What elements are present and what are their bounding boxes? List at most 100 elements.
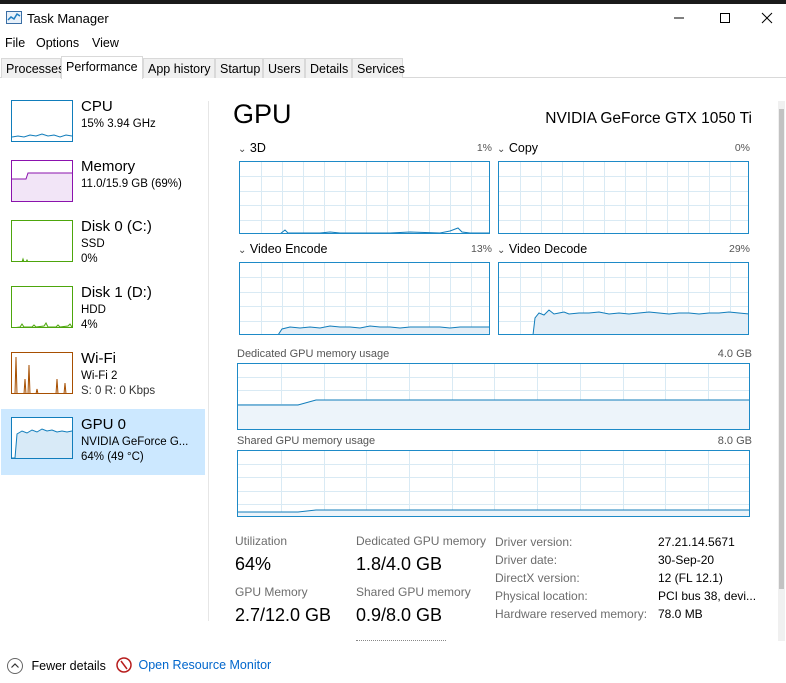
dedicated-gpu-memory-value: 1.8/4.0 GB [356, 554, 443, 574]
utilization-label: Utilization [235, 534, 288, 548]
directx-version-value: 12 (FL 12.1) [658, 571, 723, 585]
shared-memory-max: 8.0 GB [717, 435, 752, 447]
memory-thumbnail-graph [11, 160, 73, 202]
sidebar-item-detail: HDD [81, 304, 106, 316]
menu-options[interactable]: Options [36, 36, 79, 50]
sidebar-item-label: CPU [81, 98, 113, 115]
engine-graph-3d [239, 161, 490, 234]
minimize-icon [674, 17, 684, 19]
resource-sidebar: CPU 15% 3.94 GHz Memory 11.0/15.9 GB (69… [0, 79, 206, 647]
sidebar-item-detail: 11.0/15.9 GB (69%) [81, 178, 182, 190]
engine-graph-video-encode [239, 262, 490, 335]
dedicated-gpu-memory-label: Dedicated GPU memory [356, 534, 487, 548]
physical-location-label: Physical location: [495, 589, 588, 603]
sidebar-item-throughput: S: 0 R: 0 Kbps [81, 385, 156, 397]
tab-users[interactable]: Users [263, 58, 305, 78]
sidebar-item-usage: 64% (49 °C) [81, 451, 144, 463]
engine-graph-video-decode [498, 262, 749, 335]
footer-bar: Fewer details Open Resource Monitor [0, 648, 786, 683]
chevron-up-icon [7, 658, 23, 674]
shared-memory-label: Shared GPU memory usage [237, 435, 376, 447]
dedicated-memory-graph [237, 363, 750, 430]
engine-selector-3d[interactable]: ⌄ 3D [238, 141, 266, 155]
engine-percent: 29% [728, 243, 750, 255]
engine-selector-copy[interactable]: ⌄ Copy [497, 141, 538, 155]
engine-percent: 1% [476, 142, 492, 154]
maximize-button[interactable] [702, 4, 748, 32]
directx-version-label: DirectX version: [495, 571, 580, 585]
gpu-model-name: NVIDIA GeForce GTX 1050 Ti [545, 110, 752, 127]
sidebar-item-cpu[interactable]: CPU 15% 3.94 GHz [1, 96, 205, 162]
utilization-value: 64% [235, 554, 272, 574]
gpu-memory-label: GPU Memory [235, 585, 308, 599]
engine-percent: 13% [470, 243, 492, 255]
tab-processes[interactable]: Processes [1, 58, 64, 78]
sidebar-item-label: Wi-Fi [81, 350, 116, 367]
chevron-down-icon: ⌄ [238, 245, 247, 256]
hardware-reserved-memory-value: 78.0 MB [658, 607, 703, 621]
minimize-button[interactable] [656, 4, 702, 32]
sidebar-item-detail: 15% 3.94 GHz [81, 118, 156, 130]
gpu-thumbnail-graph [11, 417, 73, 459]
window-title: Task Manager [27, 11, 109, 26]
open-resource-monitor-link[interactable]: Open Resource Monitor [116, 657, 271, 673]
fewer-details-button[interactable]: Fewer details [6, 657, 106, 675]
chevron-down-icon: ⌄ [238, 144, 247, 155]
tab-details[interactable]: Details [305, 58, 352, 78]
clipped-row [356, 636, 446, 642]
task-manager-icon [6, 11, 22, 25]
wifi-thumbnail-graph [11, 352, 73, 394]
engine-label: Video Encode [249, 242, 328, 256]
shared-memory-graph [237, 450, 750, 517]
vertical-scrollbar[interactable] [778, 101, 785, 641]
tab-strip: Processes Performance App history Startu… [0, 56, 786, 79]
chevron-down-icon: ⌄ [497, 245, 506, 256]
sidebar-item-wifi[interactable]: Wi-Fi Wi-Fi 2 S: 0 R: 0 Kbps [1, 348, 205, 414]
title-bar: Task Manager [0, 4, 786, 32]
dedicated-memory-max: 4.0 GB [717, 348, 752, 360]
engine-label: Copy [508, 141, 539, 155]
close-button[interactable] [748, 4, 786, 32]
engine-graph-copy [498, 161, 749, 234]
sidebar-item-gpu-0[interactable]: GPU 0 NVIDIA GeForce G... 64% (49 °C) [1, 409, 205, 475]
shared-gpu-memory-value: 0.9/8.0 GB [356, 605, 443, 625]
sidebar-item-disk-0[interactable]: Disk 0 (C:) SSD 0% [1, 216, 205, 282]
menu-view[interactable]: View [92, 36, 119, 50]
sidebar-item-detail: SSD [81, 238, 105, 250]
driver-version-value: 27.21.14.5671 [658, 535, 735, 549]
driver-version-label: Driver version: [495, 535, 573, 549]
sidebar-item-detail: Wi-Fi 2 [81, 370, 118, 382]
scrollbar-thumb[interactable] [779, 109, 784, 589]
sidebar-item-label: Memory [81, 158, 136, 175]
close-icon [761, 12, 773, 24]
sidebar-item-usage: 0% [81, 253, 98, 265]
dedicated-memory-label: Dedicated GPU memory usage [237, 348, 390, 360]
disk-1-thumbnail-graph [11, 286, 73, 328]
driver-date-value: 30-Sep-20 [658, 553, 715, 567]
disk-0-thumbnail-graph [11, 220, 73, 262]
chevron-down-icon: ⌄ [497, 144, 506, 155]
tab-startup[interactable]: Startup [215, 58, 263, 78]
fewer-details-label: Fewer details [31, 659, 106, 673]
maximize-icon [720, 13, 730, 23]
physical-location-value: PCI bus 38, devi... [658, 589, 757, 603]
engine-label: Video Decode [508, 242, 588, 256]
sidebar-divider [208, 101, 209, 621]
tab-services[interactable]: Services [352, 58, 405, 78]
tab-performance[interactable]: Performance [61, 56, 143, 79]
shared-gpu-memory-label: Shared GPU memory [356, 585, 471, 599]
engine-selector-video-decode[interactable]: ⌄ Video Decode [497, 242, 587, 256]
engine-percent: 0% [734, 142, 750, 154]
menu-file[interactable]: File [5, 36, 25, 50]
cpu-thumbnail-graph [11, 100, 73, 142]
sidebar-item-label: Disk 1 (D:) [81, 284, 152, 301]
resource-monitor-icon [116, 657, 132, 673]
sidebar-item-disk-1[interactable]: Disk 1 (D:) HDD 4% [1, 282, 205, 348]
engine-selector-video-encode[interactable]: ⌄ Video Encode [238, 242, 328, 256]
performance-panel: CPU 15% 3.94 GHz Memory 11.0/15.9 GB (69… [0, 79, 786, 647]
open-resource-monitor-label: Open Resource Monitor [138, 658, 272, 672]
sidebar-item-usage: 4% [81, 319, 98, 331]
sidebar-item-memory[interactable]: Memory 11.0/15.9 GB (69%) [1, 156, 205, 222]
sidebar-item-detail: NVIDIA GeForce G... [81, 436, 189, 448]
tab-app-history[interactable]: App history [143, 58, 215, 78]
